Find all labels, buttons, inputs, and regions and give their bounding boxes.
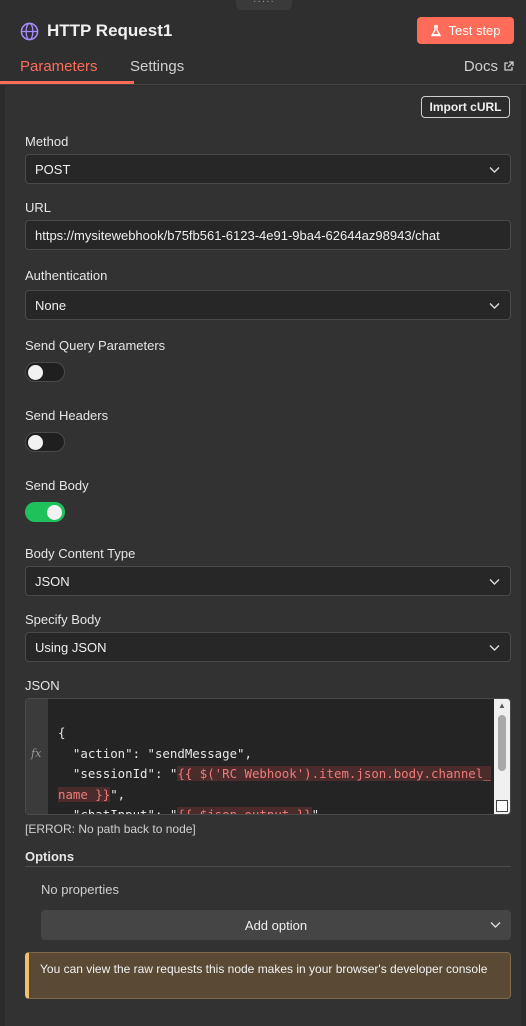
toggle-knob [28, 365, 43, 380]
no-properties-text: No properties [41, 882, 120, 897]
options-title: Options [25, 849, 75, 864]
json-code[interactable]: { "action": "sendMessage", "sessionId": … [58, 723, 496, 814]
expression-gutter: fx [26, 699, 48, 814]
code-line: "action": "sendMessage", [58, 745, 252, 761]
send-body-label: Send Body [25, 478, 89, 493]
send-headers-toggle[interactable] [25, 432, 65, 452]
expression-highlight: name }} [58, 786, 111, 802]
title-row: HTTP Request1 Test step [20, 17, 514, 44]
specify-body-label: Specify Body [25, 612, 101, 627]
import-curl-button[interactable]: Import cURL [421, 96, 510, 118]
external-link-icon [504, 61, 514, 71]
resize-handle-icon[interactable] [496, 800, 508, 812]
node-title: HTTP Request1 [47, 21, 173, 40]
method-label: Method [25, 134, 69, 149]
send-headers-label: Send Headers [25, 408, 109, 423]
authentication-value: None [35, 297, 67, 313]
flask-icon [431, 24, 442, 36]
options-divider [25, 866, 511, 867]
expression-highlight: {{ $json.output }} [177, 807, 312, 814]
json-error-text: [ERROR: No path back to node] [25, 822, 196, 836]
drag-handle[interactable]: ····· [236, 0, 292, 10]
docs-link[interactable]: Docs [464, 58, 514, 75]
authentication-label: Authentication [25, 268, 108, 283]
docs-label: Docs [463, 58, 498, 75]
body-content-type-value: JSON [35, 573, 70, 589]
method-select[interactable]: POST [25, 154, 511, 184]
vertical-scrollbar[interactable]: ▲ [494, 699, 510, 814]
specify-body-select[interactable]: Using JSON [25, 632, 511, 662]
url-value: https://mysitewebhook/b75fb561-6123-4e91… [35, 227, 440, 243]
body-content-type-label: Body Content Type [25, 546, 136, 561]
info-notice: You can view the raw requests this node … [25, 952, 511, 999]
add-option-button[interactable]: Add option [41, 910, 511, 940]
chevron-down-icon [489, 579, 500, 585]
code-line: "sessionId": "{{ $('RC Webhook').item.js… [58, 766, 491, 781]
add-option-label: Add option [244, 917, 308, 933]
toggle-knob [47, 505, 62, 520]
scroll-up-arrow-icon[interactable]: ▲ [498, 701, 506, 710]
chevron-down-icon [489, 167, 500, 173]
expression-highlight: {{ $('RC Webhook').item.json.body.channe… [177, 766, 491, 781]
scrollbar-thumb[interactable] [498, 715, 506, 771]
code-line: name }}", [58, 786, 126, 802]
send-body-toggle[interactable] [25, 502, 65, 522]
method-value: POST [35, 161, 71, 177]
body-content-type-select[interactable]: JSON [25, 566, 511, 596]
specify-body-value: Using JSON [35, 639, 107, 655]
authentication-select[interactable]: None [25, 290, 511, 320]
chevron-down-icon [490, 922, 501, 928]
json-label: JSON [25, 678, 60, 693]
globe-icon [20, 22, 39, 40]
send-query-parameters-label: Send Query Parameters [25, 338, 166, 353]
code-line: { [58, 725, 66, 740]
chevron-down-icon [489, 303, 500, 309]
json-editor[interactable]: fx { "action": "sendMessage", "sessionId… [25, 698, 511, 815]
url-label: URL [25, 200, 52, 215]
toggle-knob [28, 435, 43, 450]
active-tab-indicator [0, 81, 134, 84]
tab-settings[interactable]: Settings [130, 58, 184, 75]
fx-icon: fx [31, 747, 42, 760]
tab-bar: Parameters Settings Docs [0, 58, 514, 85]
url-input[interactable]: https://mysitewebhook/b75fb561-6123-4e91… [25, 220, 511, 250]
send-query-parameters-toggle[interactable] [25, 362, 65, 382]
test-step-label: Test step [448, 23, 501, 38]
chevron-down-icon [489, 645, 500, 651]
test-step-button[interactable]: Test step [417, 17, 514, 44]
code-line: "chatInput": "{{ $json.output }}" [58, 805, 496, 814]
tab-parameters[interactable]: Parameters [20, 58, 98, 75]
